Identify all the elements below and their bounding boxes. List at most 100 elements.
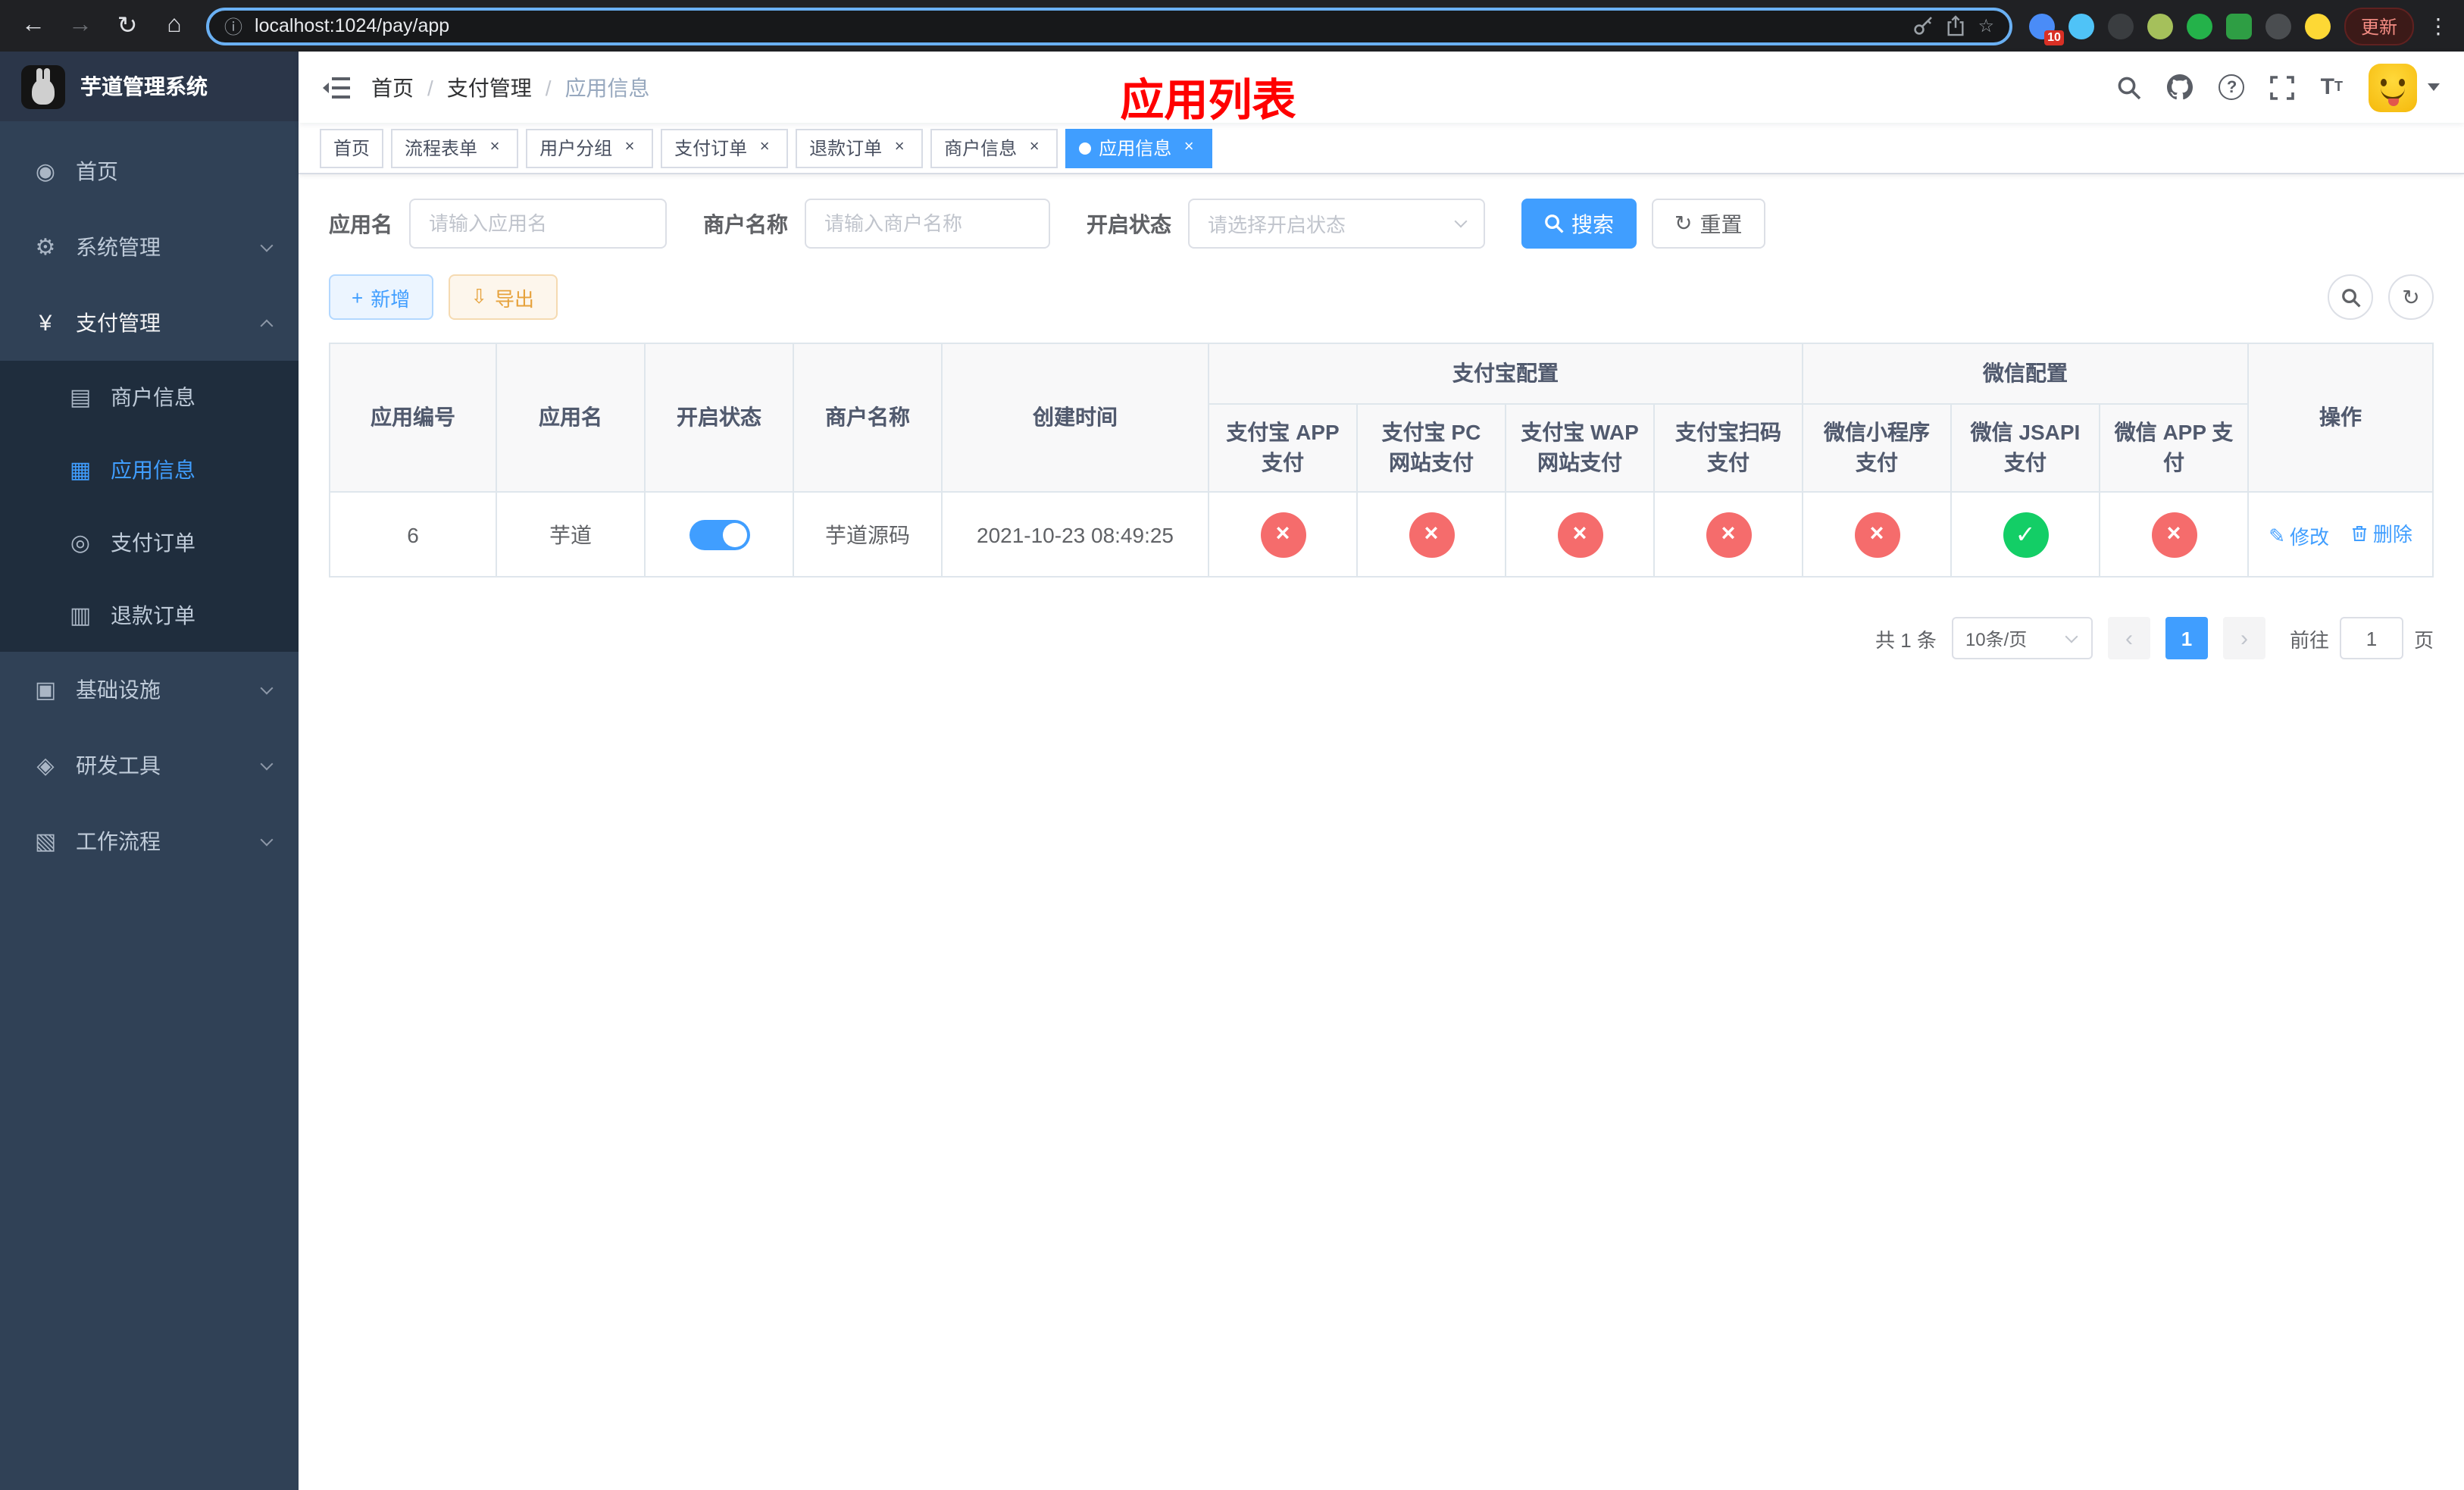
close-icon[interactable]: × [1179,138,1199,158]
page-content: 应用名 商户名称 开启状态 请选择开启状态 [299,174,2464,1490]
close-icon[interactable]: × [620,138,639,158]
plus-icon: + [352,286,364,308]
sidebar-item-label: 支付订单 [111,531,195,555]
breadcrumb-payment[interactable]: 支付管理 [447,72,532,102]
next-page-button[interactable]: › [2222,617,2265,660]
tab-process-form[interactable]: 流程表单 × [391,128,519,167]
column-group-alipay: 支付宝配置 [1208,343,1803,405]
workspace: 芋道管理系统 ◉ 首页 ⚙ 系统管理 ¥ 支付管理 ▤ 商户信息 ▦ 应用信息 … [0,52,2464,1490]
sidebar-item-workflow[interactable]: ▧ 工作流程 [0,803,299,879]
merchant-name-input[interactable] [805,199,1050,249]
chevron-down-icon [260,681,274,694]
user-avatar[interactable] [2369,63,2417,111]
extension-icon[interactable] [2147,13,2173,39]
tab-user-group[interactable]: 用户分组 × [526,128,654,167]
extension-icon[interactable] [2225,13,2252,39]
user-menu[interactable] [2369,63,2440,111]
tab-label: 支付订单 [674,138,748,159]
toolbar: + 新增 ⇩ 导出 ↻ [329,274,2434,320]
reset-button[interactable]: ↻ 重置 [1652,199,1765,249]
extension-icon[interactable] [2107,13,2134,39]
close-icon[interactable]: × [755,138,774,158]
address-bar[interactable]: ⓘ localhost:1024/pay/app ☆ [206,7,2012,45]
sidebar-collapse-icon[interactable] [323,75,350,99]
browser-menu-icon[interactable]: ⋮ [2428,13,2449,39]
sidebar-item-app-info[interactable]: ▦ 应用信息 [0,434,299,506]
refresh-table-button[interactable]: ↻ [2388,274,2434,320]
edit-link[interactable]: ✎ 修改 [2269,521,2329,550]
breadcrumb-separator: / [427,75,433,99]
cross-icon: × [1557,512,1603,558]
cell-wechat-app: × [2098,491,2250,578]
browser-update-button[interactable]: 更新 [2344,7,2414,45]
status-toggle[interactable] [689,519,749,550]
sidebar-item-dev-tools[interactable]: ◈ 研发工具 [0,728,299,803]
extension-icon[interactable] [2304,13,2331,39]
password-key-icon[interactable] [1912,15,1934,36]
sidebar-item-label: 系统管理 [76,235,161,259]
toolbox-icon: ◈ [36,753,55,779]
goto-page-input[interactable] [2339,617,2403,660]
search-button[interactable]: 搜索 [1521,199,1637,249]
sidebar-item-payment-orders[interactable]: ◎ 支付订单 [0,506,299,579]
tab-label: 应用信息 [1099,138,1172,159]
extension-icon[interactable] [2265,13,2291,39]
breadcrumb: 首页 / 支付管理 / 应用信息 [371,72,650,102]
browser-reload-icon[interactable]: ↻ [112,11,142,41]
tab-app-info[interactable]: 应用信息 × [1065,128,1213,167]
sidebar-item-infrastructure[interactable]: ▣ 基础设施 [0,652,299,728]
tab-refund-orders[interactable]: 退款订单 × [796,128,924,167]
add-button[interactable]: + 新增 [329,274,433,320]
sidebar-item-home[interactable]: ◉ 首页 [0,133,299,209]
sidebar-item-system[interactable]: ⚙ 系统管理 [0,209,299,285]
breadcrumb-home[interactable]: 首页 [371,72,414,102]
sidebar-menu: ◉ 首页 ⚙ 系统管理 ¥ 支付管理 ▤ 商户信息 ▦ 应用信息 ◎ 支付订单 … [0,121,299,879]
sidebar-item-label: 退款订单 [111,603,195,628]
sidebar-item-label: 基础设施 [76,678,161,702]
app-name-input[interactable] [409,199,667,249]
page-size-value: 10条/页 [1965,628,2028,650]
close-icon[interactable]: × [1024,138,1044,158]
export-button[interactable]: ⇩ 导出 [448,274,558,320]
column-group-wechat: 微信配置 [1801,343,2250,405]
browser-back-icon[interactable]: ← [18,12,48,39]
app-name-label: 应用名 [329,211,392,236]
sidebar-logo[interactable]: 芋道管理系统 [0,52,299,121]
close-icon[interactable]: × [485,138,505,158]
prev-page-button[interactable]: ‹ [2107,617,2150,660]
browser-home-icon[interactable]: ⌂ [159,12,189,39]
share-icon[interactable] [1946,15,1965,36]
extension-icon[interactable] [2068,13,2094,39]
tab-payment-orders[interactable]: 支付订单 × [661,128,789,167]
sidebar-item-payment[interactable]: ¥ 支付管理 [0,285,299,361]
export-button-label: 导出 [495,287,535,310]
url-text[interactable]: localhost:1024/pay/app [255,15,1900,36]
extension-icon[interactable]: 10 [2028,13,2064,45]
sidebar-item-label: 工作流程 [76,829,161,853]
edit-label: 修改 [2290,526,2330,549]
font-size-icon[interactable]: TT [2321,76,2343,99]
sidebar-item-refund-orders[interactable]: ▥ 退款订单 [0,579,299,652]
gear-icon: ⚙ [35,235,56,261]
page-number-button[interactable]: 1 [2165,617,2208,660]
status-select[interactable]: 请选择开启状态 [1188,199,1485,249]
help-icon[interactable]: ? [2219,74,2245,100]
search-icon[interactable] [2118,75,2142,99]
delete-link[interactable]: 删除 [2350,518,2412,547]
github-icon[interactable] [2167,74,2194,100]
browser-forward-icon[interactable]: → [65,12,95,39]
tab-home[interactable]: 首页 [320,128,384,167]
fullscreen-icon[interactable] [2270,75,2295,99]
download-icon: ⇩ [471,285,488,308]
bookmark-star-icon[interactable]: ☆ [1978,15,1994,36]
sidebar-item-merchant-info[interactable]: ▤ 商户信息 [0,361,299,434]
add-button-label: 新增 [371,287,411,310]
toggle-search-button[interactable] [2328,274,2373,320]
tab-merchant-info[interactable]: 商户信息 × [930,128,1058,167]
close-icon[interactable]: × [890,138,909,158]
chevron-up-icon [260,319,274,333]
extension-icon[interactable] [2186,13,2212,39]
site-info-icon[interactable]: ⓘ [224,13,242,39]
page-size-select[interactable]: 10条/页 [1951,617,2093,660]
table-row: 6 芋道 芋道源码 2021-10-23 08:49:25 × × × × × [329,491,2434,578]
